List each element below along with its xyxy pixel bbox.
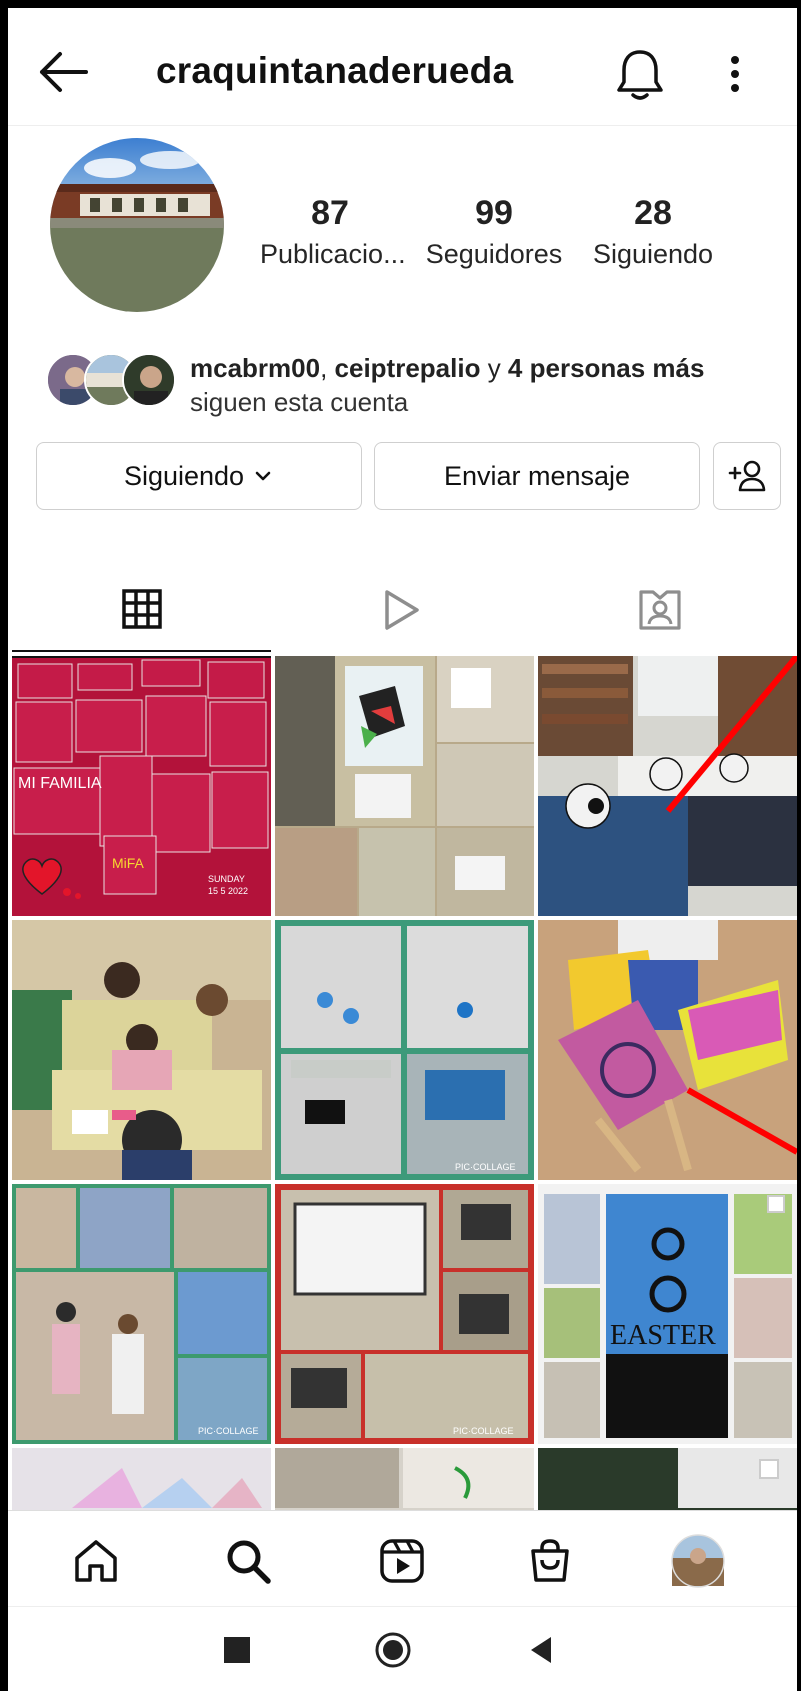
collage-watermark: PIC·COLLAGE bbox=[198, 1426, 259, 1436]
post-thumbnail[interactable]: PIC·COLLAGE bbox=[275, 1184, 534, 1444]
post-thumbnail[interactable] bbox=[275, 1448, 534, 1510]
nav-shop-button[interactable] bbox=[520, 1531, 580, 1591]
post-thumbnail[interactable]: MI FAMILIA MiFA SUNDAY 15 5 2022 bbox=[12, 656, 271, 916]
profile-avatar bbox=[671, 1534, 725, 1588]
post-thumbnail[interactable] bbox=[275, 656, 534, 916]
system-back-button[interactable] bbox=[518, 1627, 564, 1673]
svg-text:15 5 2022: 15 5 2022 bbox=[208, 886, 248, 896]
home-icon bbox=[75, 1540, 117, 1582]
reels-icon bbox=[380, 1539, 424, 1583]
followers-count-label: Seguidores bbox=[425, 239, 563, 269]
followers-count-value: 99 bbox=[475, 194, 513, 232]
joiner-text: y bbox=[480, 353, 508, 383]
post-thumbnail[interactable] bbox=[538, 1448, 797, 1510]
bottom-navigation bbox=[8, 1510, 797, 1606]
following-dropdown-button[interactable]: Siguiendo bbox=[36, 442, 362, 510]
mutual-follower-link[interactable]: mcabrm00 bbox=[190, 353, 320, 383]
arrow-left-icon bbox=[40, 52, 88, 92]
avatar bbox=[122, 353, 176, 407]
notifications-button[interactable] bbox=[616, 48, 666, 104]
svg-text:MiFA: MiFA bbox=[112, 855, 145, 871]
app-screen: craquintanaderueda 87 Publicacio... 99 S… bbox=[8, 8, 801, 1691]
nav-profile-button[interactable] bbox=[668, 1531, 728, 1591]
followed-by-text: mcabrm00, ceiptrepalio y 4 personas más bbox=[190, 353, 704, 384]
shop-icon bbox=[531, 1539, 569, 1582]
chevron-down-icon bbox=[255, 471, 271, 481]
easter-text: EASTER bbox=[610, 1320, 716, 1351]
posts-grid: MI FAMILIA MiFA SUNDAY 15 5 2022 PIC·COL… bbox=[12, 656, 797, 1510]
followed-by-subtext: siguen esta cuenta bbox=[190, 387, 409, 417]
profile-avatar[interactable] bbox=[50, 138, 224, 312]
tab-grid[interactable] bbox=[12, 568, 271, 652]
back-button[interactable] bbox=[38, 48, 98, 98]
collage-watermark: PIC·COLLAGE bbox=[453, 1426, 514, 1436]
triangle-back-icon bbox=[531, 1637, 551, 1663]
tagged-person-icon bbox=[638, 590, 681, 630]
post-thumbnail[interactable] bbox=[12, 920, 271, 1180]
nav-home-button[interactable] bbox=[66, 1531, 126, 1591]
bell-icon bbox=[617, 50, 663, 100]
mutual-followers-avatars[interactable] bbox=[46, 353, 176, 409]
add-person-icon bbox=[728, 460, 766, 492]
grid-icon bbox=[121, 589, 162, 629]
post-thumbnail[interactable] bbox=[538, 920, 797, 1180]
separator-text: , bbox=[320, 353, 335, 383]
circle-icon bbox=[375, 1632, 411, 1668]
svg-text:SUNDAY: SUNDAY bbox=[208, 874, 245, 884]
more-vertical-icon bbox=[731, 56, 739, 92]
post-thumbnail[interactable] bbox=[538, 656, 797, 916]
system-navigation-bar bbox=[8, 1606, 797, 1691]
posts-count-label: Publicacio... bbox=[260, 239, 406, 269]
mutual-follower-link[interactable]: ceiptrepalio bbox=[335, 353, 481, 383]
post-thumbnail[interactable]: PIC·COLLAGE bbox=[275, 920, 534, 1180]
profile-header: craquintanaderueda bbox=[8, 8, 797, 126]
recents-button[interactable] bbox=[214, 1627, 260, 1673]
more-followers-link[interactable]: 4 personas más bbox=[508, 353, 705, 383]
tab-tagged[interactable] bbox=[530, 568, 789, 652]
collage-watermark: PIC·COLLAGE bbox=[455, 1162, 516, 1172]
search-icon bbox=[227, 1540, 271, 1584]
nav-search-button[interactable] bbox=[218, 1531, 278, 1591]
reels-play-icon bbox=[384, 590, 419, 630]
svg-text:MI FAMILIA: MI FAMILIA bbox=[18, 775, 102, 792]
more-options-button[interactable] bbox=[720, 52, 750, 100]
followers-count[interactable]: 99 Seguidores bbox=[422, 194, 566, 270]
system-home-button[interactable] bbox=[370, 1627, 416, 1673]
post-thumbnail[interactable]: PIC·COLLAGE bbox=[12, 1184, 271, 1444]
post-thumbnail[interactable]: EASTER bbox=[538, 1184, 797, 1444]
square-icon bbox=[224, 1637, 250, 1663]
following-button-label: Siguiendo bbox=[123, 460, 245, 491]
profile-username: craquintanaderueda bbox=[156, 50, 514, 91]
send-message-button[interactable]: Enviar mensaje bbox=[374, 442, 700, 510]
following-count-value: 28 bbox=[634, 194, 672, 232]
post-thumbnail[interactable] bbox=[12, 1448, 271, 1510]
following-count[interactable]: 28 Siguiendo bbox=[590, 194, 716, 270]
suggested-users-button[interactable] bbox=[713, 442, 781, 510]
nav-reels-button[interactable] bbox=[372, 1531, 432, 1591]
posts-count-value: 87 bbox=[311, 194, 349, 232]
following-count-label: Siguiendo bbox=[592, 239, 714, 269]
tab-reels[interactable] bbox=[271, 568, 530, 652]
send-message-label: Enviar mensaje bbox=[443, 460, 631, 491]
posts-count[interactable]: 87 Publicacio... bbox=[260, 194, 406, 270]
